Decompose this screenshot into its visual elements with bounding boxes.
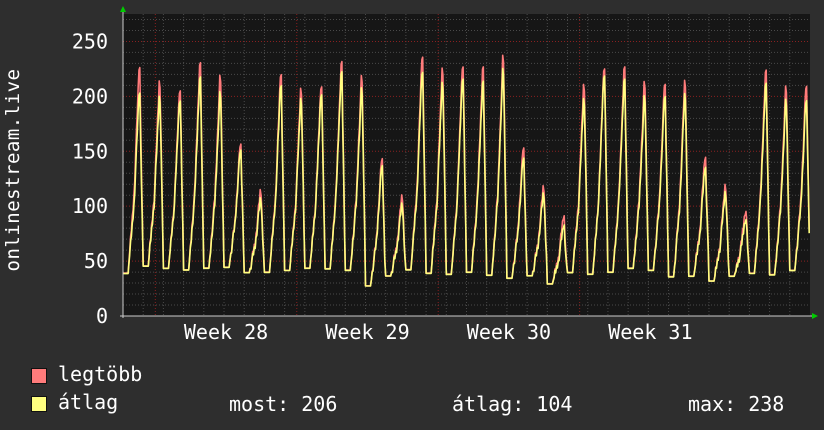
legend-label-avg: átlag: [58, 390, 119, 414]
y-axis-label: onlinestream.live: [2, 68, 24, 272]
stat-average-key: átlag:: [452, 392, 525, 416]
y-axis-ticks: 0 50 100 150 200 250: [72, 29, 108, 328]
y-tick-label: 100: [72, 194, 108, 218]
y-tick-label: 250: [72, 29, 108, 53]
legend-swatch-max: [31, 368, 47, 384]
y-tick-label: 50: [84, 249, 108, 273]
stat-current: most: 206: [229, 392, 337, 416]
y-axis-label-wrap: onlinestream.live: [0, 5, 26, 317]
legend-label-max: legtöbb: [58, 362, 143, 386]
stat-max-key: max:: [688, 392, 737, 416]
stat-max-value: 238: [748, 392, 785, 416]
legend-swatch-avg: [31, 396, 47, 412]
stat-current-value: 206: [301, 392, 338, 416]
x-axis-arrow-icon: [812, 313, 818, 319]
x-tick-label: Week 31: [608, 320, 692, 344]
x-axis-ticks: Week 28 Week 29 Week 30 Week 31: [184, 320, 693, 344]
x-tick-label: Week 30: [467, 320, 551, 344]
stat-current-key: most:: [229, 392, 290, 416]
y-tick-label: 0: [96, 304, 108, 328]
x-tick-label: Week 29: [325, 320, 409, 344]
x-tick-label: Week 28: [184, 320, 268, 344]
stat-average: átlag: 104: [452, 392, 572, 416]
legend: legtöbb átlag most: 206 átlag: 104 max: …: [0, 358, 824, 428]
stat-average-value: 104: [536, 392, 573, 416]
stat-max: max: 238: [688, 392, 784, 416]
traffic-graph: 050100150200250 Week 28 Week 29 Week 30 Wee…: [72, 6, 818, 344]
y-tick-label: 150: [72, 139, 108, 163]
y-tick-label: 200: [72, 84, 108, 108]
y-axis-arrow-icon: [120, 6, 126, 12]
